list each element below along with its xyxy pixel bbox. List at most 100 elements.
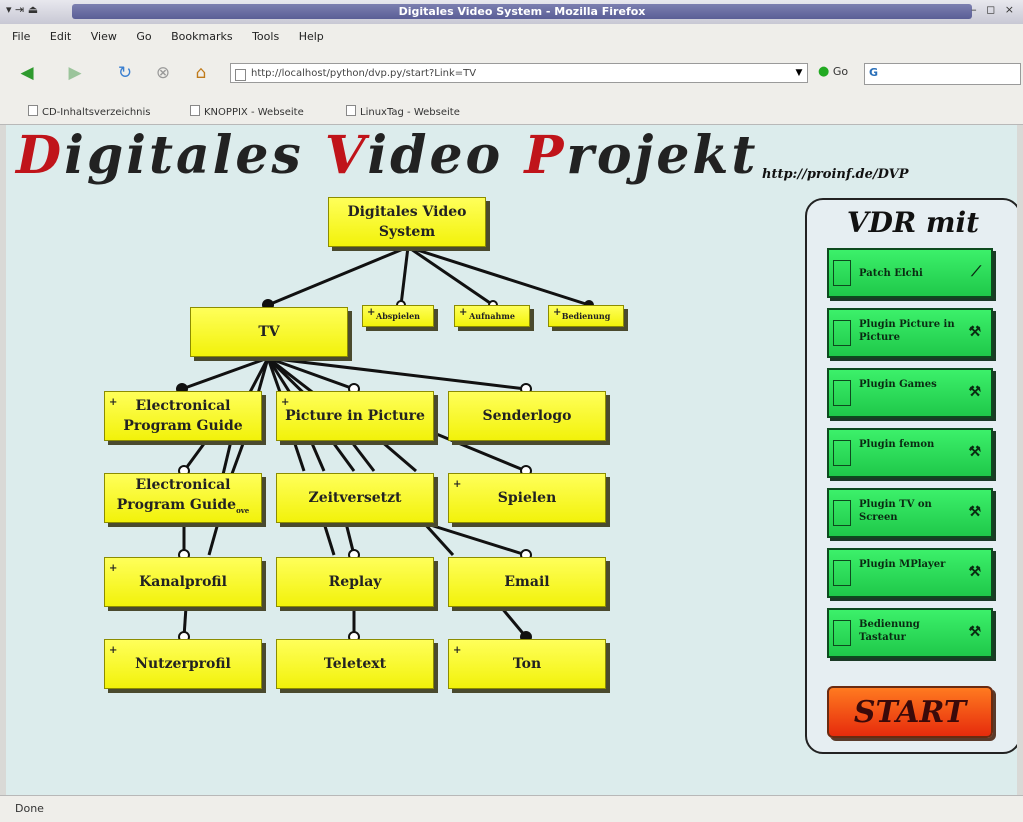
node-label: Abspielen xyxy=(376,311,420,321)
node-bedienung[interactable]: + Bedienung xyxy=(548,305,624,327)
node-label: Digitales Video System xyxy=(347,204,467,240)
bookmark-item[interactable]: LinuxTag - Webseite xyxy=(346,105,460,118)
plugin-bedienung-tastatur[interactable]: Bedienung Tastatur ⚒ xyxy=(827,608,993,658)
back-icon[interactable]: ◀ xyxy=(16,63,38,83)
menu-view[interactable]: View xyxy=(87,30,121,43)
bookmark-label: CD-Inhaltsverzeichnis xyxy=(42,107,151,118)
bookmark-label: KNOPPIX - Webseite xyxy=(204,107,304,118)
plus-marker: + xyxy=(367,307,376,318)
node-replay[interactable]: Replay xyxy=(276,557,434,607)
page-icon xyxy=(235,69,246,81)
node-label: Replay xyxy=(328,574,382,590)
node-electronical-program-guide[interactable]: + Electronical Program Guide xyxy=(104,391,262,441)
go-button[interactable]: ● Go xyxy=(818,64,848,79)
status-text: Done xyxy=(15,802,44,815)
node-ton[interactable]: + Ton xyxy=(448,639,606,689)
plugin-label: Plugin MPlayer xyxy=(859,559,946,570)
plugin-games[interactable]: Plugin Games ⚒ xyxy=(827,368,993,418)
node-digitales-video-system[interactable]: Digitales Video System xyxy=(328,197,486,247)
component-icon xyxy=(833,380,851,406)
plus-marker: + xyxy=(459,307,468,318)
node-zeitversetzt[interactable]: Zeitversetzt xyxy=(276,473,434,523)
plugin-label: Patch Elchi xyxy=(859,268,923,279)
node-label: Bedienung xyxy=(561,311,611,321)
menu-file[interactable]: File xyxy=(8,30,34,43)
bookmark-item[interactable]: CD-Inhaltsverzeichnis xyxy=(28,105,150,118)
node-label: Spielen xyxy=(497,490,557,506)
node-nutzerprofil[interactable]: + Nutzerprofil xyxy=(104,639,262,689)
node-label-main: Electronical Program Guide xyxy=(116,477,237,514)
plugin-femon[interactable]: Plugin femon ⚒ xyxy=(827,428,993,478)
menu-tools[interactable]: Tools xyxy=(248,30,283,43)
window-titlebar: ▾ ⇥ ⏏ Digitales Video System - Mozilla F… xyxy=(0,0,1023,25)
url-text: http://localhost/python/dvp.py/start?Lin… xyxy=(251,68,477,79)
url-input[interactable]: http://localhost/python/dvp.py/start?Lin… xyxy=(230,63,808,83)
plus-marker: + xyxy=(453,479,462,490)
component-icon xyxy=(833,500,851,526)
stop-icon[interactable]: ⊗ xyxy=(152,63,174,83)
window-menu-icon[interactable]: ▾ ⇥ ⏏ xyxy=(6,3,38,16)
start-button[interactable]: START xyxy=(827,686,993,738)
menu-bar: File Edit View Go Bookmarks Tools Help xyxy=(0,24,1023,50)
wrench-icon: ⟋ xyxy=(971,264,981,280)
bookmark-icon xyxy=(190,105,200,116)
node-label: Nutzerprofil xyxy=(135,656,231,672)
node-label: Aufnahme xyxy=(469,311,515,321)
bookmark-label: LinuxTag - Webseite xyxy=(360,107,460,118)
plugin-picture-in-picture[interactable]: Plugin Picture in Picture ⚒ xyxy=(827,308,993,358)
node-label: Senderlogo xyxy=(482,408,572,424)
forward-icon[interactable]: ▶ xyxy=(64,63,86,83)
node-label: Ton xyxy=(512,656,542,672)
node-electronical-program-guide-ove[interactable]: Electronical Program Guideove xyxy=(104,473,262,523)
search-input[interactable]: G xyxy=(864,63,1021,85)
plugin-label: Plugin femon xyxy=(859,439,935,450)
menu-bookmarks[interactable]: Bookmarks xyxy=(167,30,236,43)
bookmarks-toolbar: CD-Inhaltsverzeichnis KNOPPIX - Webseite… xyxy=(0,96,1023,125)
bookmark-item[interactable]: KNOPPIX - Webseite xyxy=(190,105,304,118)
status-bar: Done xyxy=(0,795,1023,822)
url-dropdown-icon[interactable]: ▼ xyxy=(790,63,808,83)
wrench-icon: ⚒ xyxy=(968,564,981,580)
component-icon xyxy=(833,560,851,586)
plugin-tv-on-screen[interactable]: Plugin TV on Screen ⚒ xyxy=(827,488,993,538)
node-aufnahme[interactable]: + Aufnahme xyxy=(454,305,530,327)
node-abspielen[interactable]: + Abspielen xyxy=(362,305,434,327)
plus-marker: + xyxy=(453,645,462,656)
node-label: Electronical Program Guide xyxy=(123,398,243,434)
node-picture-in-picture[interactable]: + Picture in Picture xyxy=(276,391,434,441)
component-icon xyxy=(833,440,851,466)
plugin-label: Plugin Games xyxy=(859,379,937,390)
node-email[interactable]: Email xyxy=(448,557,606,607)
node-senderlogo[interactable]: Senderlogo xyxy=(448,391,606,441)
wrench-icon: ⚒ xyxy=(968,624,981,640)
node-spielen[interactable]: + Spielen xyxy=(448,473,606,523)
plus-marker: + xyxy=(109,397,118,408)
component-icon xyxy=(833,620,851,646)
page-content: Digitales Video Projekt http://proinf.de… xyxy=(6,125,1017,795)
window-title: Digitales Video System - Mozilla Firefox xyxy=(72,4,972,19)
node-label-suffix: ove xyxy=(236,505,250,515)
google-icon: G xyxy=(869,66,879,79)
plus-marker: + xyxy=(553,307,562,318)
reload-icon[interactable]: ↻ xyxy=(114,63,136,83)
plugin-patch-elchi[interactable]: Patch Elchi ⟋ xyxy=(827,248,993,298)
node-teletext[interactable]: Teletext xyxy=(276,639,434,689)
menu-edit[interactable]: Edit xyxy=(46,30,75,43)
plus-marker: + xyxy=(109,563,118,574)
home-icon[interactable]: ⌂ xyxy=(190,63,212,83)
plugin-label: Bedienung Tastatur xyxy=(859,619,920,643)
node-label: Electronical Program Guideove xyxy=(105,475,261,521)
plugin-label: Plugin Picture in Picture xyxy=(859,319,955,343)
node-kanalprofil[interactable]: + Kanalprofil xyxy=(104,557,262,607)
wrench-icon: ⚒ xyxy=(968,324,981,340)
component-icon xyxy=(833,260,851,286)
menu-go[interactable]: Go xyxy=(132,30,155,43)
node-tv[interactable]: TV xyxy=(190,307,348,357)
node-label: Zeitversetzt xyxy=(308,490,402,506)
menu-help[interactable]: Help xyxy=(295,30,328,43)
wrench-icon: ⚒ xyxy=(968,504,981,520)
window-controls[interactable]: – ◻ × xyxy=(971,3,1017,16)
wrench-icon: ⚒ xyxy=(968,384,981,400)
plugin-mplayer[interactable]: Plugin MPlayer ⚒ xyxy=(827,548,993,598)
component-icon xyxy=(833,320,851,346)
